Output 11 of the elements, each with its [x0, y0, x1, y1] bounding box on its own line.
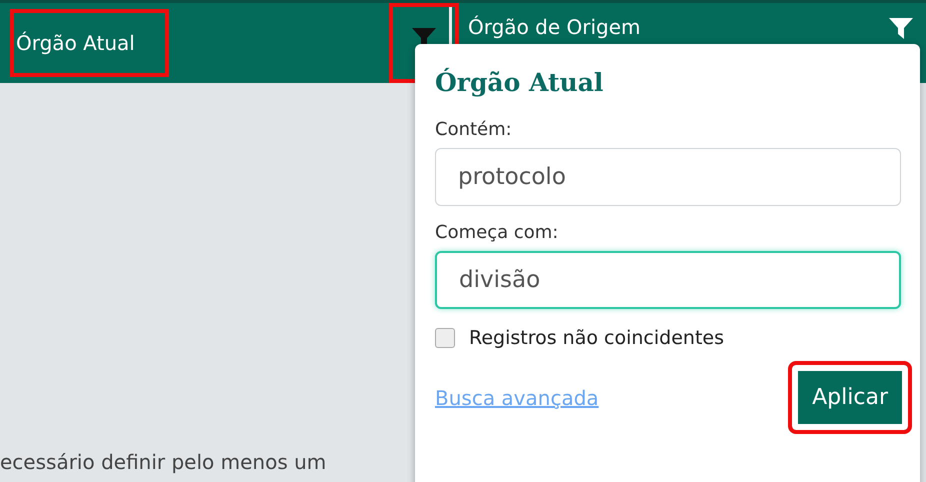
hint-text: ecessário definir pelo menos um — [0, 450, 326, 474]
checkbox-label: Registros não coincidentes — [469, 327, 724, 349]
field-label: Contém: — [435, 119, 513, 140]
text-field[interactable]: protocolo — [435, 148, 901, 206]
apply-button[interactable]: Aplicar — [788, 361, 912, 434]
field-label: Começa com: — [435, 222, 560, 243]
popup-title: Órgão Atual — [435, 68, 604, 97]
checkbox[interactable] — [435, 328, 455, 348]
column-header[interactable]: Órgão de Origem — [468, 15, 641, 39]
text-field[interactable]: divisão — [435, 251, 901, 309]
filter-icon[interactable] — [888, 15, 914, 41]
